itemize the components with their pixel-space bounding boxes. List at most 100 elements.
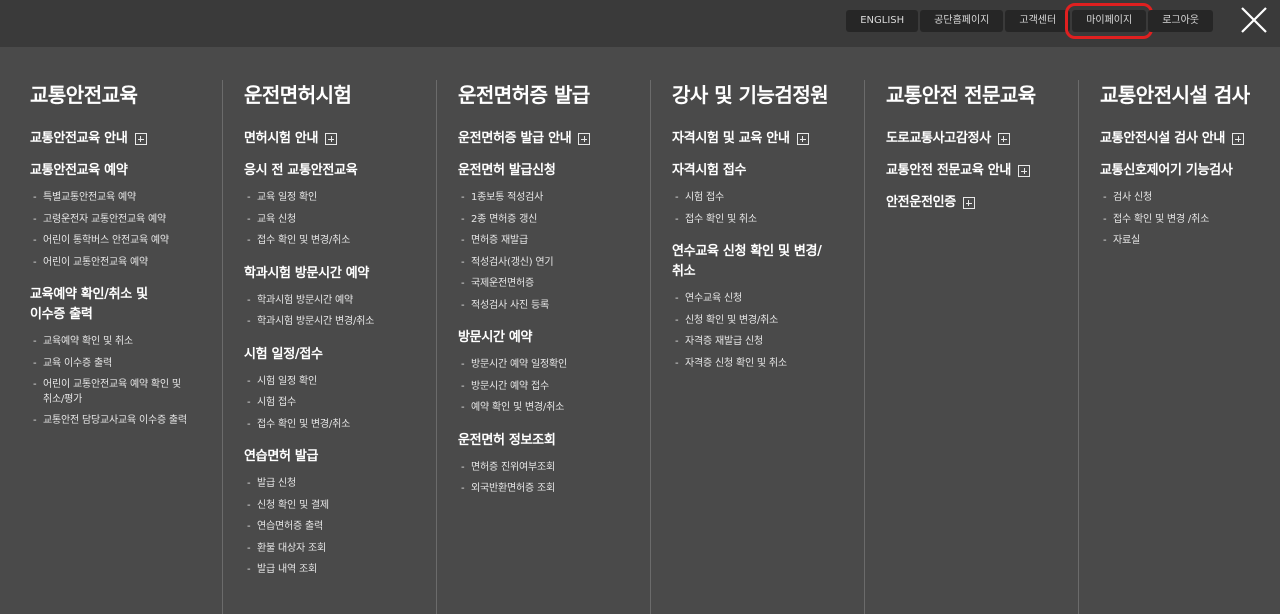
sub-menu-item[interactable]: 방문시간 예약 접수 bbox=[458, 376, 650, 398]
group-title[interactable]: 도로교통사고감정사 bbox=[886, 129, 1078, 149]
group-title[interactable]: 교통안전교육 안내 bbox=[30, 129, 222, 149]
group-title[interactable]: 교육예약 확인/취소 및 이수증 출력 bbox=[30, 285, 222, 325]
sub-menu-item[interactable]: 발급 내역 조회 bbox=[244, 559, 436, 581]
plus-icon[interactable] bbox=[578, 133, 591, 145]
group-title[interactable]: 자격시험 접수 bbox=[672, 161, 864, 181]
column-title[interactable]: 강사 및 기능검정원 bbox=[672, 80, 864, 110]
plus-icon[interactable] bbox=[962, 197, 975, 209]
sub-menu-item[interactable]: 교육 일정 확인 bbox=[244, 187, 436, 209]
group-title[interactable]: 자격시험 및 교육 안내 bbox=[672, 129, 864, 149]
sub-menu-item[interactable]: 교육 이수증 출력 bbox=[30, 353, 222, 375]
group-title-label: 운전면허 정보조회 bbox=[458, 432, 556, 448]
group-title[interactable]: 연습면허 발급 bbox=[244, 447, 436, 467]
sub-menu-item[interactable]: 적성검사(갱신) 연기 bbox=[458, 252, 650, 274]
sub-menu-item[interactable]: 교통안전 담당교사교육 이수증 출력 bbox=[30, 410, 222, 432]
menu-group: 교통신호제어기 기능검사검사 신청접수 확인 및 변경 /취소자료실 bbox=[1100, 161, 1280, 252]
sub-menu-item[interactable]: 접수 확인 및 변경/취소 bbox=[244, 230, 436, 252]
sub-menu-item[interactable]: 국제운전면허증 bbox=[458, 273, 650, 295]
sub-menu-item[interactable]: 1종보통 적성검사 bbox=[458, 187, 650, 209]
sub-menu-item[interactable]: 2종 면허증 갱신 bbox=[458, 209, 650, 231]
plus-icon[interactable] bbox=[796, 133, 809, 145]
column-title[interactable]: 운전면허시험 bbox=[244, 80, 436, 110]
sub-menu-item[interactable]: 어린이 교통안전교육 예약 bbox=[30, 252, 222, 274]
close-button[interactable] bbox=[1240, 6, 1268, 34]
plus-icon[interactable] bbox=[997, 133, 1010, 145]
sub-menu-item[interactable]: 어린이 통학버스 안전교육 예약 bbox=[30, 230, 222, 252]
sub-menu-item[interactable]: 검사 신청 bbox=[1100, 187, 1280, 209]
sub-menu-list: 연수교육 신청신청 확인 및 변경/취소자격증 재발급 신청자격증 신청 확인 … bbox=[672, 288, 864, 374]
sub-menu-list: 면허증 진위여부조회외국반환면허증 조회 bbox=[458, 457, 650, 500]
menu-column-facility-inspection: 교통안전시설 검사교통안전시설 검사 안내교통신호제어기 기능검사검사 신청접수… bbox=[1079, 80, 1280, 614]
sub-menu-item[interactable]: 예약 확인 및 변경/취소 bbox=[458, 397, 650, 419]
sub-menu-item[interactable]: 발급 신청 bbox=[244, 473, 436, 495]
close-icon bbox=[1241, 7, 1267, 33]
sub-menu-item[interactable]: 자료실 bbox=[1100, 230, 1280, 252]
sub-menu-item[interactable]: 신청 확인 및 변경/취소 bbox=[672, 310, 864, 332]
column-title[interactable]: 교통안전시설 검사 bbox=[1100, 80, 1280, 110]
sub-menu-item[interactable]: 교육 신청 bbox=[244, 209, 436, 231]
sub-menu-item[interactable]: 신청 확인 및 결제 bbox=[244, 495, 436, 517]
group-title[interactable]: 안전운전인증 bbox=[886, 193, 1078, 213]
sub-menu-item[interactable]: 면허증 재발급 bbox=[458, 230, 650, 252]
group-title[interactable]: 교통안전교육 예약 bbox=[30, 161, 222, 181]
group-title[interactable]: 방문시간 예약 bbox=[458, 328, 650, 348]
group-title-label: 교통안전교육 안내 bbox=[30, 131, 128, 146]
sub-menu-item[interactable]: 교육예약 확인 및 취소 bbox=[30, 331, 222, 353]
sub-menu-item[interactable]: 어린이 교통안전교육 예약 확인 및 취소/평가 bbox=[30, 374, 222, 410]
group-title[interactable]: 운전면허 발급신청 bbox=[458, 161, 650, 181]
group-title[interactable]: 운전면허 정보조회 bbox=[458, 431, 650, 451]
plus-icon[interactable] bbox=[134, 133, 147, 145]
group-title-label: 도로교통사고감정사 bbox=[886, 131, 991, 146]
sub-menu-item[interactable]: 자격증 신청 확인 및 취소 bbox=[672, 353, 864, 375]
group-title[interactable]: 면허시험 안내 bbox=[244, 129, 436, 149]
sub-menu-item[interactable]: 방문시간 예약 일정확인 bbox=[458, 354, 650, 376]
group-title-label: 학과시험 방문시간 예약 bbox=[244, 265, 370, 281]
sub-menu-item[interactable]: 시험 접수 bbox=[244, 392, 436, 414]
menu-group: 교통안전교육 안내 bbox=[30, 129, 222, 149]
menu-group: 방문시간 예약방문시간 예약 일정확인방문시간 예약 접수예약 확인 및 변경/… bbox=[458, 328, 650, 419]
sub-menu-item[interactable]: 자격증 재발급 신청 bbox=[672, 331, 864, 353]
plus-icon[interactable] bbox=[1018, 165, 1031, 177]
group-title-label: 연습면허 발급 bbox=[244, 449, 319, 464]
group-title[interactable]: 교통안전 전문교육 안내 bbox=[886, 161, 1078, 181]
english-link[interactable]: ENGLISH bbox=[846, 10, 919, 32]
sub-menu-item[interactable]: 접수 확인 및 변경 /취소 bbox=[1100, 209, 1280, 231]
sub-menu-item[interactable]: 적성검사 사진 등록 bbox=[458, 295, 650, 317]
group-title[interactable]: 운전면허증 발급 안내 bbox=[458, 129, 650, 149]
group-title[interactable]: 교통신호제어기 기능검사 bbox=[1100, 161, 1280, 181]
sub-menu-item[interactable]: 면허증 진위여부조회 bbox=[458, 457, 650, 479]
logout-link[interactable]: 로그아웃 bbox=[1148, 10, 1213, 32]
menu-group: 연수교육 신청 확인 및 변경/ 취소연수교육 신청신청 확인 및 변경/취소자… bbox=[672, 242, 864, 374]
mypage-link[interactable]: 마이페이지 bbox=[1065, 3, 1154, 39]
customer-center-link[interactable]: 고객센터 bbox=[1005, 10, 1071, 32]
group-title[interactable]: 교통안전시설 검사 안내 bbox=[1100, 129, 1280, 149]
column-title[interactable]: 교통안전 전문교육 bbox=[886, 80, 1078, 110]
group-title[interactable]: 학과시험 방문시간 예약 bbox=[244, 264, 436, 284]
sub-menu-item[interactable]: 학과시험 방문시간 변경/취소 bbox=[244, 311, 436, 333]
sub-menu-item[interactable]: 시험 접수 bbox=[672, 187, 864, 209]
sub-menu-item[interactable]: 환불 대상자 조회 bbox=[244, 538, 436, 560]
sub-menu-item[interactable]: 특별교통안전교육 예약 bbox=[30, 187, 222, 209]
plus-icon[interactable] bbox=[1232, 133, 1245, 145]
group-title[interactable]: 연수교육 신청 확인 및 변경/ 취소 bbox=[672, 242, 864, 282]
group-title[interactable]: 응시 전 교통안전교육 bbox=[244, 161, 436, 181]
sub-menu-item[interactable]: 학과시험 방문시간 예약 bbox=[244, 290, 436, 312]
menu-column-instructor-examiner: 강사 및 기능검정원자격시험 및 교육 안내자격시험 접수시험 접수접수 확인 … bbox=[651, 80, 865, 614]
column-title[interactable]: 교통안전교육 bbox=[30, 80, 222, 110]
menu-group: 면허시험 안내 bbox=[244, 129, 436, 149]
sub-menu-item[interactable]: 시험 일정 확인 bbox=[244, 371, 436, 393]
sub-menu-item[interactable]: 접수 확인 및 변경/취소 bbox=[244, 414, 436, 436]
sub-menu-item[interactable]: 고령운전자 교통안전교육 예약 bbox=[30, 209, 222, 231]
group-title-label: 면허시험 안내 bbox=[244, 131, 319, 146]
sub-menu-item[interactable]: 접수 확인 및 취소 bbox=[672, 209, 864, 231]
sub-menu-item[interactable]: 외국반환면허증 조회 bbox=[458, 478, 650, 500]
group-title-label: 자격시험 접수 bbox=[672, 163, 747, 178]
sub-menu-item[interactable]: 연수교육 신청 bbox=[672, 288, 864, 310]
plus-icon[interactable] bbox=[325, 133, 338, 145]
corporation-homepage-link[interactable]: 공단홈페이지 bbox=[920, 10, 1004, 32]
group-title-label: 시험 일정/접수 bbox=[244, 346, 323, 362]
group-title-label: 연수교육 신청 확인 및 변경/ 취소 bbox=[672, 244, 822, 279]
column-title[interactable]: 운전면허증 발급 bbox=[458, 80, 650, 110]
sub-menu-item[interactable]: 연습면허증 출력 bbox=[244, 516, 436, 538]
group-title[interactable]: 시험 일정/접수 bbox=[244, 345, 436, 365]
